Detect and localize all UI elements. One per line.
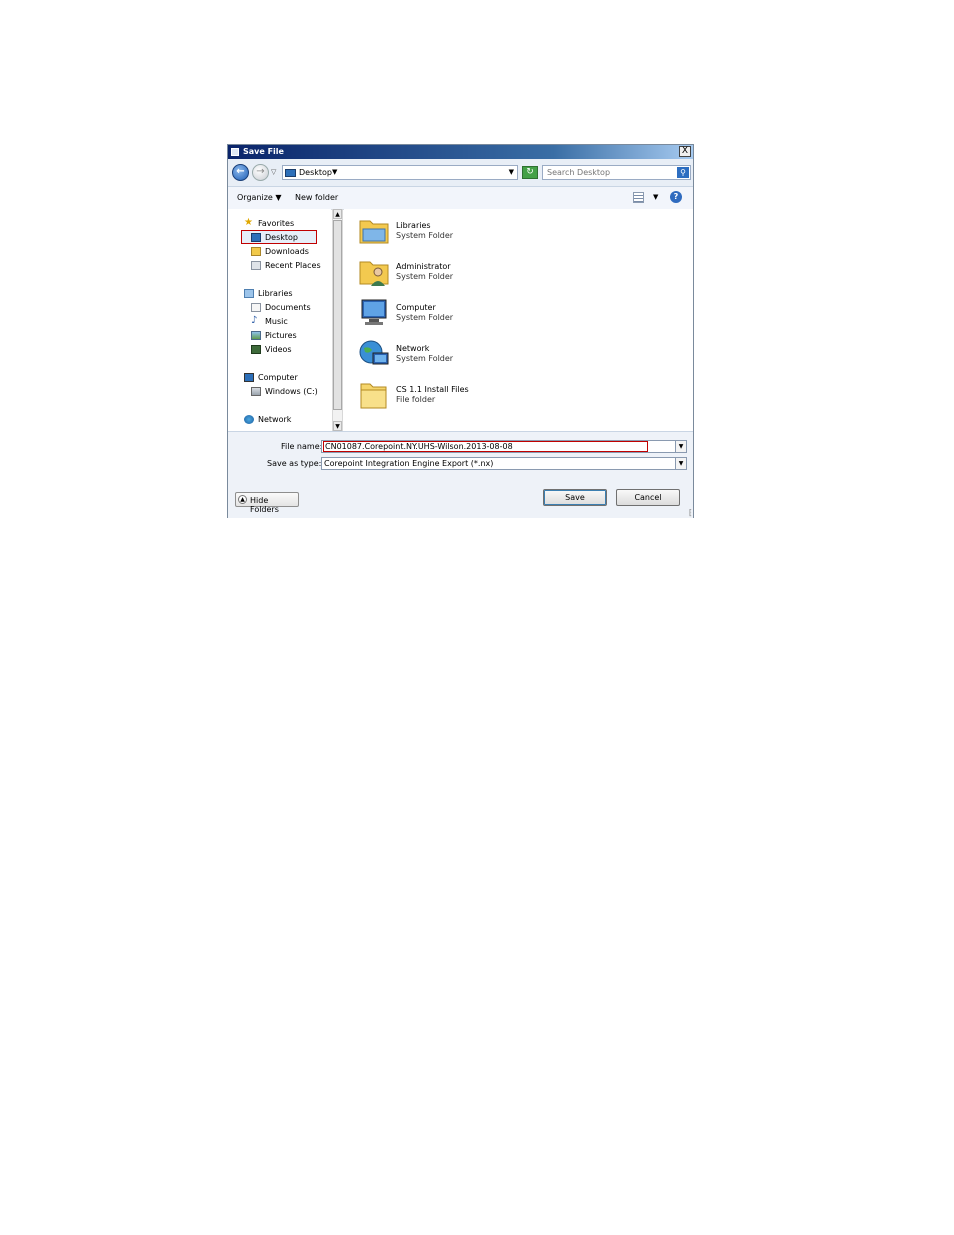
save-button[interactable]: Save (543, 489, 607, 506)
sidebar-item-label: Documents (265, 303, 311, 312)
address-bar: ← → ▽ Desktop ▼ ▼ ↻ ⚲ (228, 159, 693, 187)
file-name-combobox[interactable]: ▼ (321, 440, 687, 453)
libraries-folder-icon (359, 220, 389, 244)
save-as-type-select[interactable]: Corepoint Integration Engine Export (*.n… (321, 457, 687, 470)
back-arrow-icon[interactable]: ← (232, 164, 249, 181)
list-item[interactable]: Libraries System Folder (358, 213, 558, 249)
save-as-type-value: Corepoint Integration Engine Export (*.n… (324, 459, 494, 468)
dialog-title: Save File (243, 147, 284, 156)
app-icon (231, 148, 239, 156)
item-name: Administrator (396, 262, 451, 271)
sidebar-item-label: Network (258, 415, 292, 424)
chevron-down-icon[interactable]: ▼ (332, 168, 337, 176)
breadcrumb-desktop[interactable]: Desktop (299, 168, 332, 177)
item-type: System Folder (396, 313, 454, 322)
item-type: System Folder (396, 272, 454, 281)
sidebar-item-label: Pictures (265, 331, 297, 340)
search-box[interactable]: ⚲ (542, 165, 691, 180)
star-icon: ★ (244, 217, 253, 228)
help-icon[interactable]: ? (670, 191, 682, 203)
file-list: Libraries System Folder Administrator Sy… (344, 209, 693, 431)
toolbar: Organize ▼ New folder ▼ ? (228, 187, 693, 210)
pictures-icon (251, 331, 261, 340)
search-input[interactable] (547, 168, 667, 177)
view-dropdown-icon[interactable]: ▼ (653, 193, 658, 201)
computer-icon (244, 373, 254, 382)
file-name-field[interactable] (323, 441, 648, 452)
recent-places-icon (251, 261, 261, 270)
sidebar-item-label: Desktop (265, 233, 298, 242)
user-folder-icon (359, 261, 389, 286)
organize-button[interactable]: Organize ▼ (237, 193, 282, 202)
sidebar-item-label: Computer (258, 373, 298, 382)
search-icon[interactable]: ⚲ (677, 167, 689, 178)
item-name: Libraries (396, 221, 431, 230)
view-options-icon[interactable] (633, 192, 644, 203)
documents-icon (251, 303, 261, 312)
list-item[interactable]: CS 1.1 Install Files File folder (358, 377, 558, 413)
collapse-up-icon: ▲ (238, 495, 247, 504)
item-name: Computer (396, 303, 436, 312)
desktop-icon (285, 169, 296, 177)
save-file-dialog: Save File X ← → ▽ Desktop ▼ ▼ ↻ ⚲ Organi… (227, 144, 694, 518)
forward-arrow-icon[interactable]: → (252, 164, 269, 181)
close-button[interactable]: X (679, 146, 691, 157)
videos-icon (251, 345, 261, 354)
folder-icon (360, 383, 387, 409)
music-icon: ♪ (251, 315, 258, 326)
new-folder-button[interactable]: New folder (295, 193, 338, 202)
desktop-icon (251, 233, 261, 242)
hard-drive-icon (251, 387, 261, 396)
sidebar-item-label: Videos (265, 345, 292, 354)
item-type: File folder (396, 395, 436, 404)
scroll-down-icon[interactable]: ▼ (333, 421, 342, 431)
computer-icon (361, 299, 387, 325)
scroll-up-icon[interactable]: ▲ (333, 209, 342, 219)
list-item[interactable]: Administrator System Folder (358, 254, 558, 290)
sidebar-item-label: Recent Places (265, 261, 321, 270)
libraries-icon (244, 289, 254, 298)
sidebar-item-label: Downloads (265, 247, 309, 256)
recent-locations-dropdown-icon[interactable]: ▽ (271, 168, 276, 176)
refresh-icon[interactable]: ↻ (522, 166, 538, 179)
navigation-pane: ★ Favorites Desktop Downloads Recent Pla… (228, 209, 331, 431)
network-icon (244, 415, 254, 424)
resize-grip-icon[interactable]: ⁅ (689, 508, 692, 517)
item-type: System Folder (396, 231, 454, 240)
organize-label: Organize (237, 193, 273, 202)
hide-folders-label: Hide Folders (250, 496, 279, 514)
save-as-type-label: Save as type: (267, 459, 322, 468)
cancel-button[interactable]: Cancel (616, 489, 680, 506)
item-name: Network (396, 344, 430, 353)
file-name-label: File name: (281, 442, 323, 451)
downloads-folder-icon (251, 247, 261, 256)
item-name: CS 1.1 Install Files (396, 385, 469, 394)
list-item[interactable]: Computer System Folder (358, 295, 558, 331)
sidebar-item-label: Music (265, 317, 288, 326)
navigation-scrollbar[interactable]: ▲ ▼ (332, 209, 343, 431)
chevron-down-icon[interactable]: ▼ (675, 441, 686, 452)
save-form: File name: ▼ Save as type: Corepoint Int… (228, 431, 693, 518)
scroll-thumb[interactable] (333, 220, 342, 410)
sidebar-item-label: Favorites (258, 219, 295, 228)
sidebar-item-label: Libraries (258, 289, 293, 298)
address-dropdown-icon[interactable]: ▼ (509, 168, 514, 176)
breadcrumb[interactable]: Desktop ▼ ▼ (282, 165, 518, 180)
list-item[interactable]: Network System Folder (358, 336, 558, 372)
hide-folders-button[interactable]: ▲ Hide Folders (235, 492, 299, 514)
title-bar[interactable]: Save File X (228, 145, 693, 159)
chevron-down-icon[interactable]: ▼ (675, 458, 686, 469)
item-type: System Folder (396, 354, 454, 363)
sidebar-item-label: Windows (C:) (265, 387, 318, 396)
network-globe-icon (359, 340, 389, 365)
